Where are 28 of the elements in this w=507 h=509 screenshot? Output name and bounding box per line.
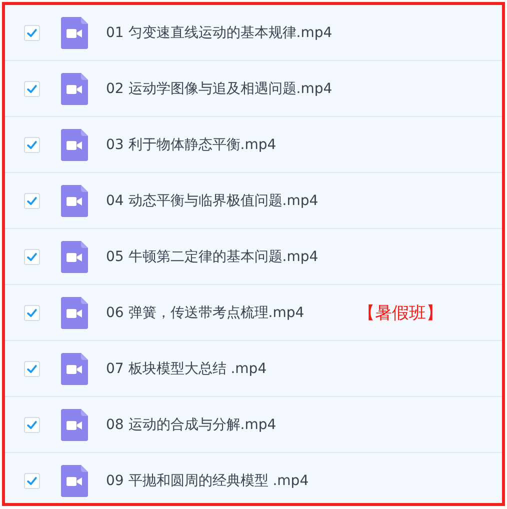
file-name[interactable]: 06 弹簧，传送带考点梳理.mp4	[106, 304, 304, 322]
file-name[interactable]: 07 板块模型大总结 .mp4	[106, 360, 267, 378]
video-file-icon	[61, 296, 88, 328]
video-file-icon	[61, 464, 88, 496]
file-name[interactable]: 09 平抛和圆周的经典模型 .mp4	[106, 472, 309, 490]
checkbox[interactable]	[24, 80, 40, 96]
checkbox[interactable]	[24, 136, 40, 152]
checkbox[interactable]	[24, 472, 40, 488]
video-file-icon	[61, 72, 88, 104]
checkbox[interactable]	[24, 24, 40, 40]
file-name[interactable]: 04 动态平衡与临界极值问题.mp4	[106, 192, 318, 210]
checkbox[interactable]	[24, 416, 40, 432]
file-name[interactable]: 05 牛顿第二定律的基本问题.mp4	[106, 248, 318, 266]
checkbox[interactable]	[24, 360, 40, 376]
checkbox[interactable]	[24, 304, 40, 320]
file-name[interactable]: 03 利于物体静态平衡.mp4	[106, 136, 276, 154]
video-file-icon	[61, 408, 88, 440]
video-file-icon	[61, 184, 88, 216]
checkbox[interactable]	[24, 192, 40, 208]
video-file-icon	[61, 128, 88, 160]
video-file-icon	[61, 16, 88, 48]
file-name[interactable]: 01 匀变速直线运动的基本规律.mp4	[106, 24, 332, 42]
checkbox[interactable]	[24, 248, 40, 264]
video-file-icon	[61, 240, 88, 272]
file-name[interactable]: 08 运动的合成与分解.mp4	[106, 416, 276, 434]
video-file-icon	[61, 352, 88, 384]
annotation-label: 【暑假班】	[358, 302, 443, 324]
file-name[interactable]: 02 运动学图像与追及相遇问题.mp4	[106, 80, 332, 98]
